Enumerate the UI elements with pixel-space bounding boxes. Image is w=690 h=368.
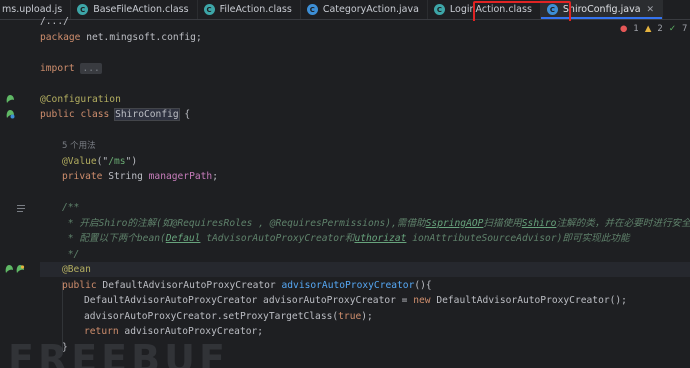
doc-text: Defaul	[165, 233, 201, 244]
import-fold[interactable]: ...	[80, 63, 102, 74]
punct: ("	[96, 156, 109, 167]
brace: {	[178, 109, 191, 120]
keyword: class	[80, 109, 110, 120]
code-line: /.../	[40, 14, 690, 29]
code-area[interactable]: /.../ package net.mingsoft.config; impor…	[40, 16, 690, 368]
code-line: }	[40, 340, 690, 355]
doc-text: * 配置以下两个	[62, 233, 137, 244]
usage-hint[interactable]: 5 个用法	[62, 141, 96, 151]
warning-icon: ▲	[644, 24, 652, 34]
spring-config-icon[interactable]	[5, 109, 15, 119]
doc-text: uthorizat	[354, 233, 407, 244]
brace: }	[62, 342, 68, 353]
doc-text: 和	[344, 233, 355, 244]
doc-text: Sshiro	[521, 218, 557, 229]
doc-text: @RequiresRoles	[171, 218, 253, 229]
code-line-current: @Bean	[40, 262, 690, 278]
code-line: public DefaultAdvisorAutoProxyCreator ad…	[40, 278, 690, 293]
doc-text: 注解的类，并在必要时进行安全逻辑验	[556, 218, 690, 229]
keyword: private	[62, 171, 103, 182]
class-name: ShiroConfig	[114, 108, 180, 121]
type: String	[102, 171, 149, 182]
code-editor[interactable]: /.../ package net.mingsoft.config; impor…	[0, 16, 690, 368]
ok-count: 7	[681, 24, 688, 34]
keyword: true	[338, 311, 362, 322]
code-line: public class ShiroConfig {	[40, 107, 690, 122]
annotation: @Configuration	[40, 94, 121, 105]
doc-text: SspringAOP	[425, 218, 484, 229]
doc-text: tAdvisorAutoProxyCreator	[200, 233, 345, 244]
doc-text: * 开启	[62, 218, 99, 229]
folded-header[interactable]: /.../	[40, 16, 69, 27]
code-line: DefaultAdvisorAutoProxyCreator advisorAu…	[40, 293, 690, 308]
punct: (){	[414, 280, 432, 291]
string-literal: /ms	[108, 156, 126, 167]
code-line: package net.mingsoft.config;	[40, 30, 690, 45]
doc-text: @RequiresPermissions	[269, 218, 386, 229]
editor-gutter	[0, 21, 36, 368]
doc-render-icon[interactable]	[16, 203, 26, 213]
code-line: private String managerPath;	[40, 169, 690, 184]
code-line: return advisorAutoProxyCreator;	[40, 324, 690, 339]
statement: DefaultAdvisorAutoProxyCreator();	[430, 295, 627, 306]
punct: ;	[212, 171, 218, 182]
close-icon[interactable]: ✕	[647, 5, 655, 15]
doc-comment: /**	[62, 202, 80, 213]
code-line: 5 个用法	[40, 138, 690, 153]
keyword: new	[413, 295, 431, 306]
type: DefaultAdvisorAutoProxyCreator	[96, 280, 282, 291]
warning-count: 2	[657, 24, 663, 34]
code-line: @Value("/ms")	[40, 154, 690, 169]
code-line: */	[40, 247, 690, 262]
error-count: 1	[633, 24, 639, 34]
statement: advisorAutoProxyCreator;	[118, 326, 264, 337]
keyword: package	[40, 32, 81, 43]
doc-comment: */	[62, 249, 80, 260]
keyword: return	[84, 326, 119, 337]
keyword: public	[40, 109, 75, 120]
code-line: * 开启Shiro的注解(如@RequiresRoles , @Requires…	[40, 216, 690, 231]
doc-text: )即可实现此功能	[556, 233, 630, 244]
keyword: import	[40, 63, 75, 74]
statement: advisorAutoProxyCreator.setProxyTargetCl…	[84, 311, 339, 322]
code-line: import ...	[40, 61, 690, 76]
annotation: @Value	[62, 156, 97, 167]
method-name: advisorAutoProxyCreator	[281, 280, 415, 291]
doc-text: ,	[252, 218, 270, 229]
check-icon: ✓	[668, 24, 676, 34]
error-icon: ●	[620, 24, 628, 34]
spring-bean-icon[interactable]	[5, 94, 15, 104]
doc-text: 的注解(如	[127, 218, 172, 229]
statement: DefaultAdvisorAutoProxyCreator advisorAu…	[84, 295, 414, 306]
spring-bean-icon[interactable]	[4, 264, 14, 274]
keyword: public	[62, 280, 97, 291]
code-line: advisorAutoProxyCreator.setProxyTargetCl…	[40, 309, 690, 324]
doc-text: ),需借助	[385, 218, 426, 229]
annotation: @Bean	[62, 264, 91, 275]
package-name: net.mingsoft.config;	[80, 32, 202, 43]
statement: );	[361, 311, 373, 322]
code-line: /**	[40, 200, 690, 215]
doc-text: Shiro	[98, 218, 128, 229]
code-line: @Configuration	[40, 92, 690, 107]
override-icon[interactable]	[15, 264, 25, 274]
punct: ")	[125, 156, 138, 167]
doc-text: 扫描使用	[483, 218, 522, 229]
doc-text: ionAttributeSourceAdvisor	[406, 233, 557, 244]
code-line: * 配置以下两个bean(Defaul tAdvisorAutoProxyCre…	[40, 231, 690, 246]
inspection-widget[interactable]: ● 1 ▲ 2 ✓ 7	[620, 24, 687, 34]
doc-text: bean(	[136, 233, 166, 244]
field-name: managerPath	[148, 171, 213, 182]
